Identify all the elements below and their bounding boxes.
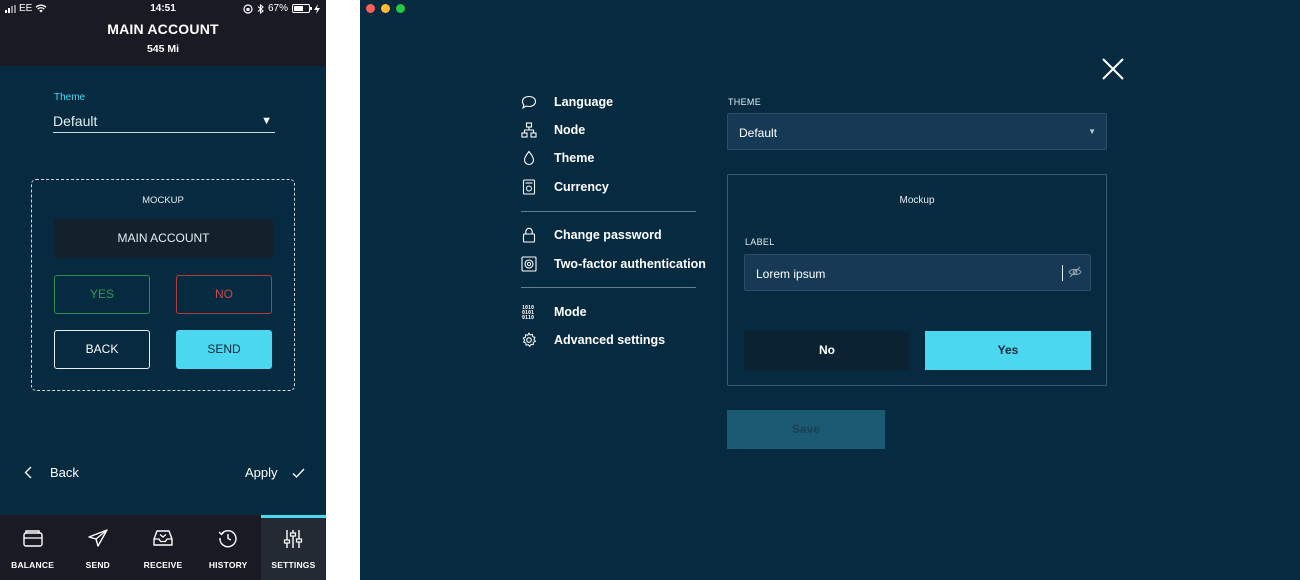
theme-label: Theme bbox=[54, 92, 86, 103]
window-minimize-dot[interactable] bbox=[381, 4, 390, 13]
mobile-app: EE 14:51 67% MAIN ACCOUNT 545 Mi Theme D… bbox=[0, 0, 326, 580]
menu-label: Advanced settings bbox=[554, 333, 666, 347]
desktop-app: Language Node Theme Currency Change pass… bbox=[360, 0, 1300, 580]
menu-item-language[interactable]: Language bbox=[521, 94, 613, 110]
mobile-header: EE 14:51 67% MAIN ACCOUNT 545 Mi bbox=[0, 0, 326, 66]
mockup-back-button[interactable]: BACK bbox=[54, 330, 150, 369]
tab-label: SEND bbox=[85, 560, 111, 570]
menu-label: Theme bbox=[554, 151, 595, 165]
tab-settings[interactable]: SETTINGS bbox=[260, 515, 326, 580]
tab-history[interactable]: HISTORY bbox=[196, 515, 261, 580]
mockup-title: MOCKUP bbox=[142, 195, 184, 206]
tab-receive[interactable]: RECEIVE bbox=[130, 515, 195, 580]
menu-item-mode[interactable]: 1010 0101 0110 Mode bbox=[521, 304, 587, 320]
menu-item-node[interactable]: Node bbox=[521, 122, 585, 138]
mockup-input-value: Lorem ipsum bbox=[756, 267, 826, 281]
menu-item-advanced-settings[interactable]: Advanced settings bbox=[521, 332, 665, 348]
mockup-yes-button[interactable]: YES bbox=[54, 275, 150, 314]
gear-icon bbox=[521, 332, 537, 348]
theme-label: THEME bbox=[728, 97, 761, 107]
tab-balance[interactable]: BALANCE bbox=[0, 515, 65, 580]
mockup-field-label: LABEL bbox=[745, 237, 775, 247]
charging-icon bbox=[314, 3, 320, 14]
account-balance: 545 Mi bbox=[146, 43, 180, 55]
sliders-icon bbox=[261, 528, 326, 550]
window-close-dot[interactable] bbox=[366, 4, 375, 13]
wallet-icon bbox=[0, 528, 65, 550]
mockup-send-button[interactable]: SEND bbox=[176, 330, 272, 369]
chevron-left-icon bbox=[24, 466, 32, 479]
network-icon bbox=[521, 122, 537, 138]
currency-icon bbox=[521, 179, 537, 195]
menu-label: Language bbox=[554, 95, 614, 109]
tab-label: SETTINGS bbox=[271, 560, 316, 570]
svg-text:0110: 0110 bbox=[522, 315, 534, 320]
window-zoom-dot[interactable] bbox=[396, 4, 405, 13]
back-label: Back bbox=[50, 465, 79, 480]
menu-label: Change password bbox=[554, 228, 662, 242]
menu-item-change-password[interactable]: Change password bbox=[521, 227, 662, 243]
account-title: MAIN ACCOUNT bbox=[107, 21, 219, 37]
tab-label: HISTORY bbox=[208, 560, 248, 570]
mockup-no-button[interactable]: No bbox=[744, 331, 910, 370]
menu-label: Currency bbox=[554, 180, 609, 194]
tab-bar: BALANCE SEND RECEIVE HISTORY SETTINGS bbox=[0, 515, 326, 580]
menu-item-two-factor[interactable]: Two-factor authentication bbox=[521, 256, 706, 272]
theme-select[interactable]: Default ▼ bbox=[727, 113, 1107, 150]
mockup-yes-button[interactable]: Yes bbox=[925, 331, 1091, 370]
paper-plane-icon bbox=[65, 528, 130, 550]
back-button[interactable]: Back bbox=[24, 465, 79, 480]
screenshot-frame: EE 14:51 67% MAIN ACCOUNT 545 Mi Theme D… bbox=[0, 0, 1300, 580]
theme-select-value: Default bbox=[53, 113, 98, 129]
orientation-lock-icon bbox=[243, 3, 253, 14]
tab-label: RECEIVE bbox=[143, 560, 183, 570]
menu-divider bbox=[521, 211, 696, 212]
apply-button[interactable]: Apply bbox=[245, 465, 305, 480]
checkmark-icon bbox=[292, 468, 305, 478]
save-button[interactable]: Save bbox=[727, 410, 885, 449]
close-icon[interactable] bbox=[1100, 56, 1126, 82]
tab-send[interactable]: SEND bbox=[65, 515, 130, 580]
bluetooth-icon bbox=[257, 3, 264, 14]
apply-label: Apply bbox=[245, 465, 278, 480]
status-right: 67% bbox=[243, 3, 320, 14]
eye-slash-icon[interactable] bbox=[1068, 266, 1082, 278]
mockup-account-bar: MAIN ACCOUNT bbox=[54, 219, 273, 258]
triangle-down-icon: ▼ bbox=[1088, 127, 1096, 136]
battery-icon bbox=[292, 4, 312, 13]
mockup-preview: MOCKUP MAIN ACCOUNT YES NO BACK SEND bbox=[31, 179, 295, 391]
inbox-icon bbox=[130, 528, 195, 550]
menu-label: Mode bbox=[554, 305, 587, 319]
binary-icon: 1010 0101 0110 bbox=[521, 304, 537, 320]
status-bar: EE 14:51 67% bbox=[0, 0, 326, 17]
speech-bubble-icon bbox=[521, 94, 537, 110]
droplet-icon bbox=[521, 150, 537, 166]
mockup-no-button[interactable]: NO bbox=[176, 275, 272, 314]
menu-item-currency[interactable]: Currency bbox=[521, 179, 609, 195]
menu-divider bbox=[521, 287, 696, 288]
tab-label: BALANCE bbox=[11, 560, 55, 570]
menu-label: Two-factor authentication bbox=[554, 257, 706, 271]
triangle-down-icon: ▼ bbox=[261, 115, 272, 127]
window-controls bbox=[366, 4, 405, 13]
mockup-title: Mockup bbox=[899, 195, 935, 206]
history-icon bbox=[196, 528, 261, 550]
safe-icon bbox=[521, 256, 537, 272]
battery-percent: 67% bbox=[267, 3, 288, 14]
menu-label: Node bbox=[554, 123, 586, 137]
theme-select[interactable]: Default ▼ bbox=[53, 111, 275, 133]
lock-icon bbox=[521, 227, 537, 243]
mockup-text-input[interactable]: Lorem ipsum bbox=[744, 254, 1091, 291]
mockup-preview: Mockup LABEL Lorem ipsum No Yes bbox=[727, 174, 1107, 386]
menu-item-theme[interactable]: Theme bbox=[521, 150, 594, 166]
theme-select-value: Default bbox=[739, 126, 778, 140]
text-cursor bbox=[1062, 265, 1063, 281]
